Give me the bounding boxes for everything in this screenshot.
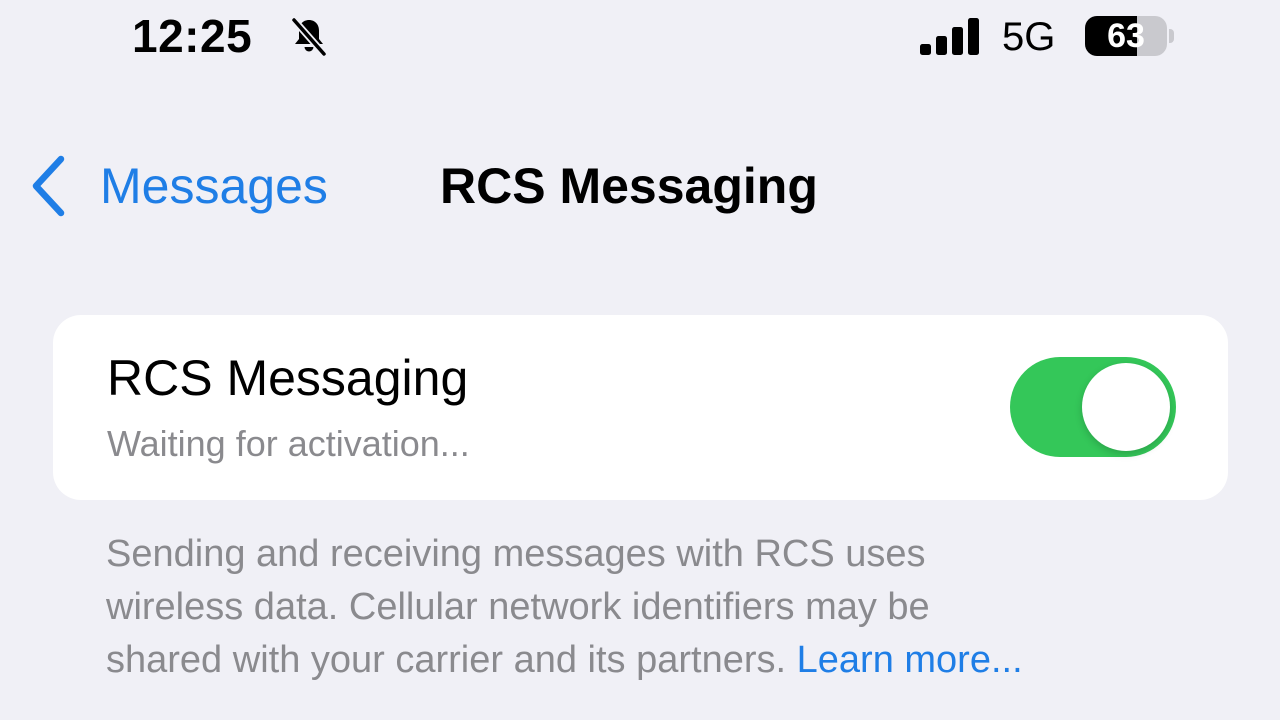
battery-cap [1169,29,1174,43]
learn-more-link[interactable]: Learn more... [797,639,1023,681]
footer-line-2: wireless data. Cellular network identifi… [106,586,930,628]
status-time: 12:25 [132,10,253,62]
rcs-messaging-toggle[interactable] [1010,357,1176,457]
footer-description: Sending and receiving messages with RCS … [106,528,1226,687]
setting-title: RCS Messaging [107,350,469,406]
network-type-label: 5G [1002,15,1056,59]
battery-percent: 63 [1107,17,1145,55]
battery-indicator: 63 [1085,16,1175,56]
setting-status: Waiting for activation... [107,423,470,464]
footer-line-3: shared with your carrier and its partner… [106,634,1226,687]
back-button[interactable]: Messages [28,150,328,222]
footer-line-1: Sending and receiving messages with RCS … [106,533,926,575]
settings-screen: 12:25 5G 63 Messages RCS Messaging RCS M… [0,0,1280,720]
back-button-label: Messages [100,158,328,214]
chevron-left-icon [32,155,65,217]
cellular-signal-icon [920,18,979,55]
battery-body: 63 [1085,16,1167,56]
bell-slash-icon [290,16,328,58]
page-title: RCS Messaging [440,158,818,214]
toggle-knob [1082,363,1170,451]
rcs-settings-card: RCS Messaging Waiting for activation... [53,315,1228,500]
footer-line-3-text: shared with your carrier and its partner… [106,639,787,681]
